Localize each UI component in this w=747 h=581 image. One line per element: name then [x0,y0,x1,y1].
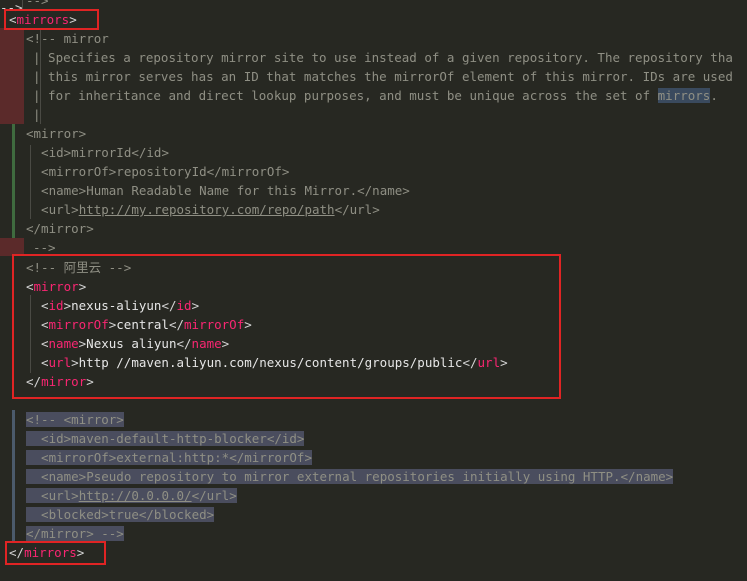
selected-text: <name>Pseudo repository to mirror extern… [26,469,674,484]
code-line: | for inheritance and direct lookup purp… [33,88,718,103]
code-line: <url>http://0.0.0.0/</url> [26,488,237,503]
code-editor[interactable]: --> --> <mirrors> <!-- mirror | Specifie… [0,0,747,581]
url-link[interactable]: http://0.0.0.0/ [78,488,192,503]
code-line: </mirrors> [9,545,85,560]
selected-text: <id>maven-default-http-blocker</id> [26,431,305,446]
selected-text: <blocked>true</blocked> [26,507,215,522]
code-line: <mirrorOf>external:http:*</mirrorOf> [0,448,747,467]
code-line: </mirror> --> [0,524,747,543]
code-line: <name>Human Readable Name for this Mirro… [26,183,410,198]
url-link[interactable]: http://my.repository.com/repo/path [79,202,335,217]
code-line: <mirrorOf>repositoryId</mirrorOf> [26,164,290,179]
search-highlight: mirrors [657,88,711,103]
code-line: <id>maven-default-http-blocker</id> [0,429,747,448]
code-line: | [33,107,41,122]
code-line: | Specifies a repository mirror site to … [33,50,733,65]
code-line: <mirrors> [9,12,77,27]
selected-text: <!-- <mirror> [26,412,124,427]
selected-text: </mirror> --> [26,526,124,541]
annotation-box-mirrors-open [4,9,99,30]
annotation-box-mirrors-close [5,541,106,565]
code-line: </mirror> [26,221,94,236]
code-line: <!-- <mirror> [0,410,747,429]
annotation-box-aliyun-mirror [12,254,561,399]
code-line: --> [26,0,49,8]
code-line: <mirror> [26,126,87,141]
selected-text: <mirrorOf>external:http:*</mirrorOf> [26,450,312,465]
code-line: <!-- mirror [26,31,109,46]
code-line: <url>http://my.repository.com/repo/path<… [26,202,380,217]
code-line: | this mirror serves has an ID that matc… [33,69,733,84]
code-line: <blocked>true</blocked> [0,505,747,524]
code-line: <name>Pseudo repository to mirror extern… [0,467,747,486]
code-line: <id>mirrorId</id> [26,145,169,160]
